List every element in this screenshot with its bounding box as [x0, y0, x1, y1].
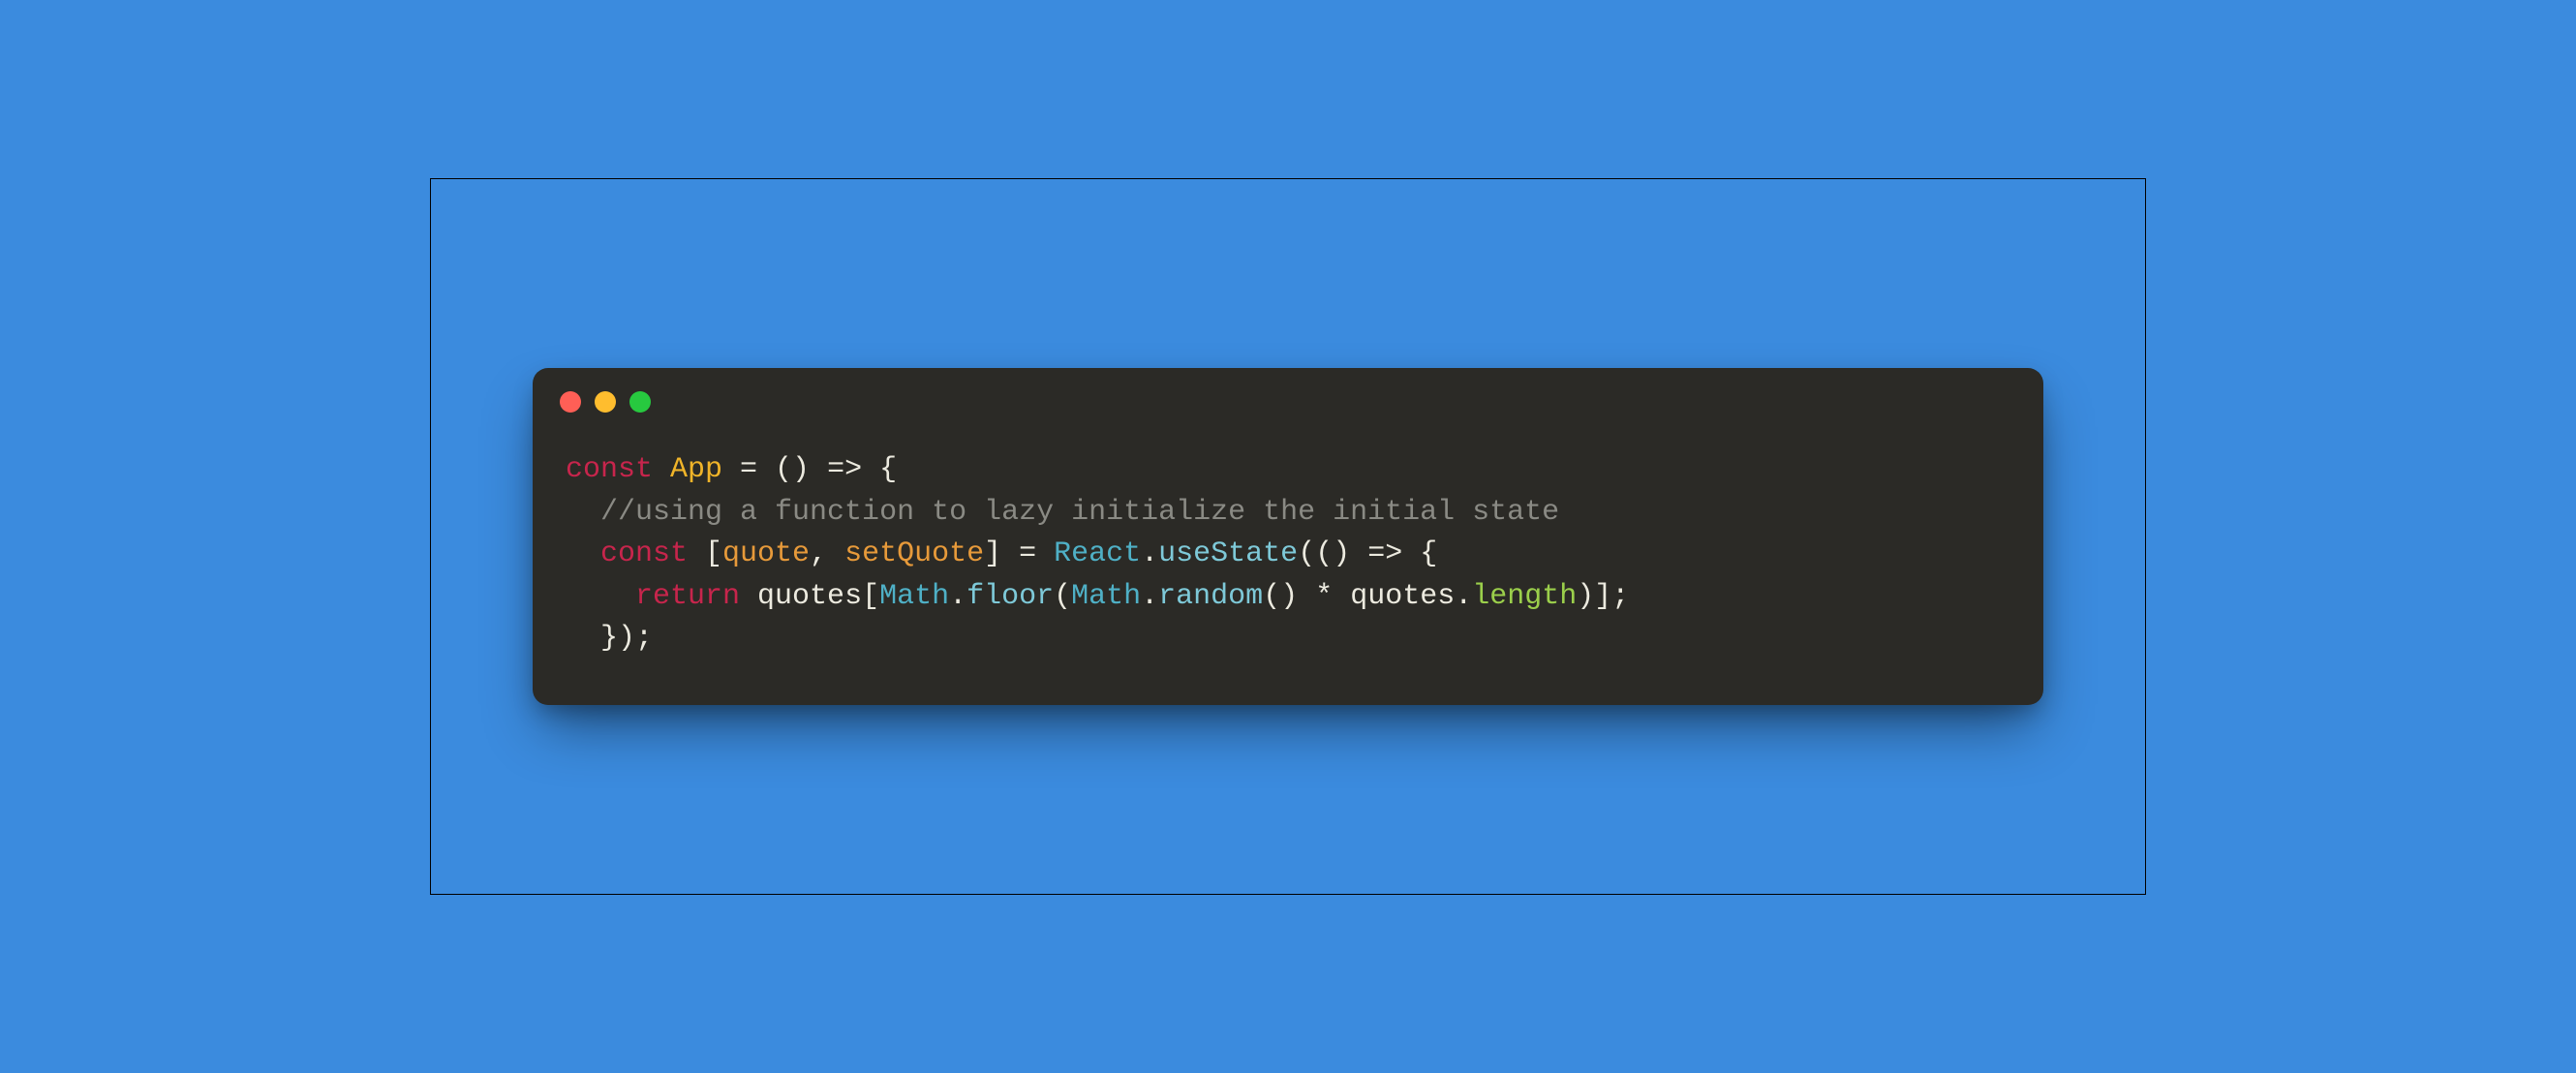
property-length: length: [1472, 580, 1577, 613]
code-text: (: [1054, 580, 1071, 613]
code-text: )];: [1577, 580, 1629, 613]
code-comment: //using a function to lazy initialize th…: [600, 496, 1559, 529]
code-block: const App = () => { //using a function t…: [533, 420, 2043, 670]
code-text: [653, 453, 670, 486]
code-text: (() => {: [1298, 537, 1437, 570]
method-usestate: useState: [1158, 537, 1298, 570]
code-text: .: [1141, 537, 1158, 570]
code-text: ] =: [984, 537, 1054, 570]
indent: [566, 496, 600, 529]
keyword-const: const: [566, 453, 653, 486]
class-math: Math: [1071, 580, 1141, 613]
indent: [566, 580, 635, 613]
keyword-return: return: [635, 580, 740, 613]
background-frame: const App = () => { //using a function t…: [430, 178, 2146, 895]
class-react: React: [1054, 537, 1141, 570]
variable-quote: quote: [722, 537, 810, 570]
code-text: });: [600, 622, 653, 655]
variable-setquote: setQuote: [844, 537, 984, 570]
class-math: Math: [879, 580, 949, 613]
minimize-icon[interactable]: [595, 391, 616, 413]
indent: [566, 622, 600, 655]
keyword-const: const: [600, 537, 688, 570]
window-titlebar: [533, 368, 2043, 420]
code-text: () * quotes.: [1263, 580, 1472, 613]
method-random: random: [1158, 580, 1263, 613]
code-text: ,: [810, 537, 844, 570]
code-text: .: [949, 580, 966, 613]
function-name: App: [670, 453, 722, 486]
maximize-icon[interactable]: [629, 391, 651, 413]
code-text: quotes[: [740, 580, 879, 613]
code-text: .: [1141, 580, 1158, 613]
code-editor-window: const App = () => { //using a function t…: [533, 368, 2043, 705]
code-text: [: [688, 537, 722, 570]
indent: [566, 537, 600, 570]
code-text: = () => {: [722, 453, 897, 486]
close-icon[interactable]: [560, 391, 581, 413]
method-floor: floor: [966, 580, 1054, 613]
